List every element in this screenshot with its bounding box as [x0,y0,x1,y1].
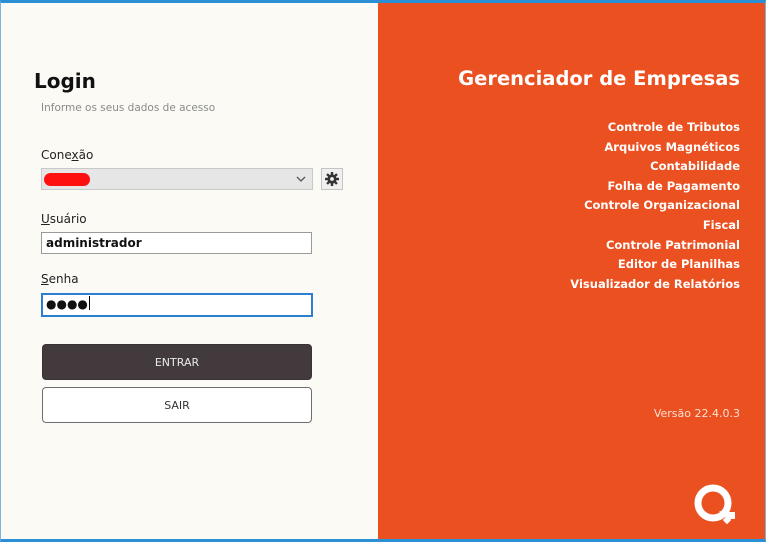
password-input-value: ●●●● [46,297,88,311]
q-logo-icon [694,484,735,525]
module-item: Visualizador de Relatórios [570,276,740,291]
gear-icon [325,172,339,186]
modules-list: Controle de Tributos Arquivos Magnéticos… [570,118,740,294]
module-item: Arquivos Magnéticos [604,139,740,154]
module-item: Editor de Planilhas [617,257,740,272]
user-label: Usuário [41,212,87,226]
module-item: Contabilidade [650,159,740,174]
version-label: Versão 22.4.0.3 [653,407,740,420]
connection-settings-button[interactable] [321,168,343,190]
password-input[interactable]: ●●●● [41,293,313,317]
connection-value-redacted [44,173,90,186]
module-item: Fiscal [702,217,740,232]
login-subtitle: Informe os seus dados de acesso [41,102,216,114]
exit-button[interactable]: SAIR [42,387,312,423]
enter-button[interactable]: ENTRAR [42,344,312,380]
login-panel: Login Informe os seus dados de acesso Co… [1,3,378,539]
login-window: Login Informe os seus dados de acesso Co… [0,0,766,542]
module-item: Folha de Pagamento [607,178,740,193]
login-title: Login [34,69,96,93]
connection-select[interactable] [41,168,313,190]
brand-panel: Gerenciador de Empresas Controle de Trib… [378,3,765,539]
module-item: Controle Patrimonial [605,237,740,252]
module-item: Controle Organizacional [584,198,740,213]
password-label: Senha [41,272,79,286]
text-caret [88,296,90,310]
app-title: Gerenciador de Empresas [458,67,740,90]
chevron-down-icon [296,176,306,182]
connection-label: Conexão [41,148,94,162]
user-input[interactable]: administrador [41,232,312,254]
user-input-value: administrador [46,236,142,250]
module-item: Controle de Tributos [607,120,740,134]
